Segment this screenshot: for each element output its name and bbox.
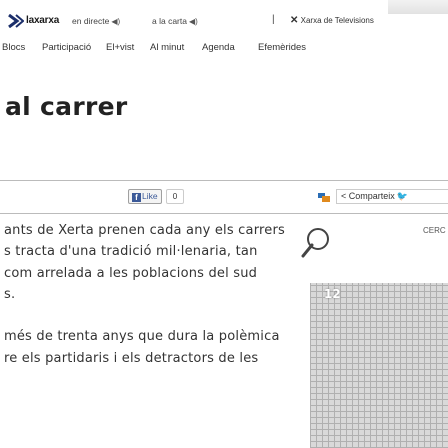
tv-network-label: Xarxa de Televisions — [300, 16, 374, 25]
facebook-like-button[interactable]: f Like — [128, 189, 162, 204]
nav-item-al-minut[interactable]: Al minut — [150, 42, 184, 53]
poster-number: 12 — [324, 287, 341, 301]
paragraph-line: com arrelada a les poblacions del sud — [4, 266, 258, 281]
nav-item-participacio[interactable]: Participació — [42, 42, 91, 53]
like-count: 0 — [166, 189, 184, 204]
live-link[interactable]: en directe ◀) — [72, 16, 120, 26]
speaker-icon: ◀) — [188, 17, 198, 26]
paragraph-line: s tracta d'una tradició mil·lenaria, tan — [4, 244, 258, 259]
share-label: Comparteix — [348, 191, 395, 201]
share-button[interactable]: < Comparteix 🐦 — [336, 189, 448, 204]
brand-name[interactable]: laxarxa — [26, 15, 59, 26]
nav-item-agenda[interactable]: Agenda — [202, 42, 235, 53]
tv-network-link[interactable]: ✕ Xarxa de Televisions — [290, 15, 374, 26]
divider: | — [272, 14, 275, 25]
on-demand-link-label: a la carta — [152, 16, 187, 26]
paragraph-line: re els partidaris i els detractors de le… — [4, 351, 259, 366]
nav-item-blocs[interactable]: Blocs — [2, 42, 25, 53]
page-title: al carrer — [5, 92, 128, 121]
main-nav: Blocs Participació El+vist Al minut Agen… — [0, 42, 448, 58]
social-bar: f Like 0 < Comparteix 🐦 — [0, 180, 448, 214]
xarxa-icon: ✕ — [290, 15, 299, 26]
twitter-icon[interactable]: 🐦 — [397, 191, 408, 201]
event-poster-image[interactable]: 12 — [310, 283, 448, 448]
cerc-label: CERC — [423, 226, 446, 235]
facebook-icon: f — [132, 193, 141, 202]
nav-item-el-vist[interactable]: El+vist — [106, 42, 134, 53]
speaker-icon: ◀) — [111, 17, 121, 26]
paragraph-line: més de trenta anys que dura la polèmica — [4, 329, 280, 344]
nav-item-efemerides[interactable]: Efemèrides — [258, 42, 306, 53]
brush-logo-icon — [301, 228, 329, 258]
on-demand-link[interactable]: a la carta ◀) — [152, 16, 198, 26]
header-decoration — [388, 0, 448, 14]
live-link-label: en directe — [72, 16, 110, 26]
share-arrow-icon: < — [341, 191, 347, 201]
like-label: Like — [142, 191, 158, 201]
network-bar: laxarxa en directe ◀) a la carta ◀) | ✕ Xa… — [0, 0, 448, 40]
laxarxa-logo-icon[interactable] — [8, 14, 24, 28]
paragraph-line: s. — [4, 287, 16, 302]
share-icon[interactable] — [318, 193, 330, 202]
paragraph-line: ants de Xerta prenen cada any els carrer… — [4, 223, 285, 238]
